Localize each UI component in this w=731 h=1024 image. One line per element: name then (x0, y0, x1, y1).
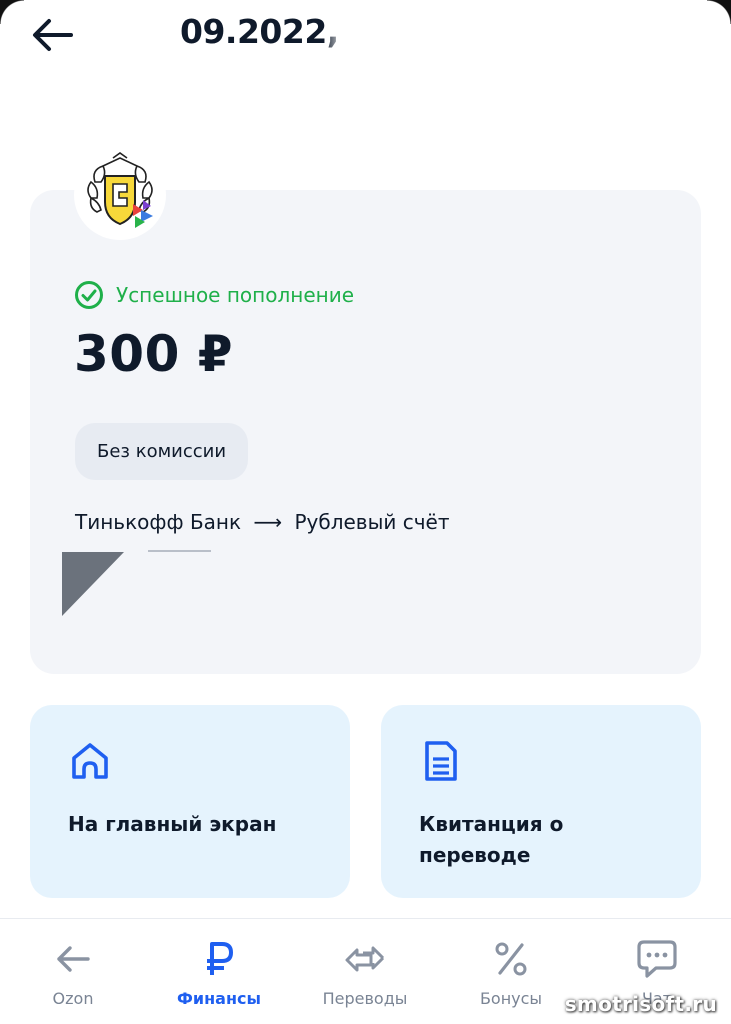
tab-finance[interactable]: Финансы (146, 919, 292, 1024)
status-row: Успешное пополнение (74, 280, 354, 310)
tab-ozon[interactable]: Ozon (0, 919, 146, 1024)
bank-emblem-icon (87, 152, 153, 228)
tab-label: Финансы (177, 989, 261, 1008)
tab-bonuses[interactable]: Бонусы (438, 919, 584, 1024)
redacted-shape (62, 552, 124, 616)
home-screen-button[interactable]: На главный экран (30, 705, 350, 898)
bank-logo (74, 150, 166, 240)
tab-label: Бонусы (479, 989, 543, 1008)
arrow-left-icon (57, 946, 90, 972)
back-button[interactable] (22, 10, 82, 60)
transfer-route: Тинькофф Банк ⟶ Рублевый счёт (75, 510, 450, 534)
tab-label: Переводы (322, 989, 408, 1008)
route-arrow: ⟶ (253, 510, 283, 534)
commission-chip: Без комиссии (75, 423, 249, 480)
redacted-overlay (328, 10, 358, 56)
receipt-button[interactable]: Квитанция о переводе (381, 705, 701, 898)
tab-transfers[interactable]: Переводы (292, 919, 438, 1024)
transfer-arrows-icon (345, 946, 385, 972)
home-screen-label: На главный экран (68, 812, 277, 836)
status-text: Успешное пополнение (116, 283, 355, 307)
amount: 300 ₽ (74, 325, 234, 383)
redacted-line (148, 550, 211, 552)
document-icon (425, 741, 457, 781)
screen: 09.2022, Успешное пополнение 300 ₽ Без к… (0, 0, 731, 1024)
watermark: smotrisoft.ru (564, 992, 717, 1016)
house-icon (72, 743, 108, 779)
tab-label: Ozon (52, 989, 94, 1008)
check-circle-icon (75, 281, 103, 309)
header: 09.2022, (0, 0, 731, 80)
ruble-icon (207, 942, 233, 975)
route-to: Рублевый счёт (294, 510, 450, 534)
page-title: 09.2022, (180, 12, 339, 51)
arrow-left-icon (33, 19, 73, 51)
percent-icon (495, 942, 527, 976)
chat-icon (637, 940, 677, 978)
receipt-label: Квитанция о переводе (419, 812, 564, 867)
route-from: Тинькофф Банк (75, 510, 242, 534)
